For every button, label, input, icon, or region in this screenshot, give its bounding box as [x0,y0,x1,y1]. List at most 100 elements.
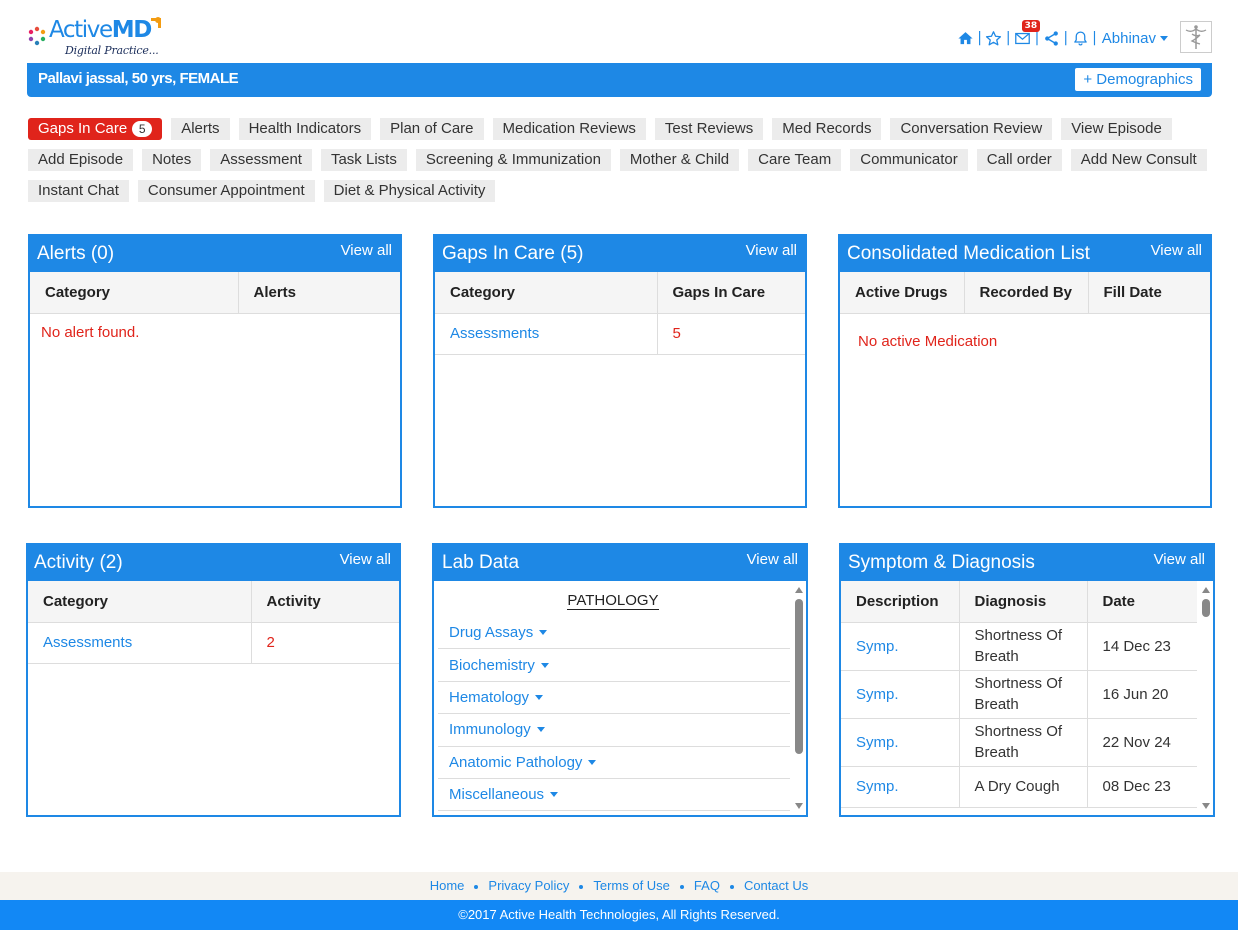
medication-panel: Consolidated Medication List View all Ac… [838,234,1212,508]
footer-link-terms-of-use[interactable]: Terms of Use [593,878,670,893]
tab-screening-immunization[interactable]: Screening & Immunization [415,149,611,171]
tab-label: Conversation Review [900,120,1043,137]
table-row[interactable]: Symp. Shortness Of Breath 14 Dec 23 [841,622,1197,671]
tab-label: Consumer Appointment [147,182,305,199]
scroll-up-icon[interactable] [1202,587,1210,593]
view-all-link[interactable]: View all [1154,551,1205,568]
tab-label: Health Indicators [248,120,362,137]
mail-icon[interactable]: 38 [1014,20,1041,47]
column-header[interactable]: Activity [251,581,399,623]
lab-category-item[interactable]: Hematology [438,682,790,715]
symptom-description-link[interactable]: Symp. [841,670,960,719]
tab-task-lists[interactable]: Task Lists [320,149,407,171]
scroll-down-icon[interactable] [795,803,803,809]
lab-category-item[interactable]: Biochemistry [438,649,790,682]
avatar[interactable] [1180,21,1212,53]
lab-data-panel: Lab Data View all PATHOLOGY Drug Assays B… [432,543,808,817]
tab-alerts[interactable]: Alerts [171,118,230,140]
lab-category-item[interactable]: Miscellaneous [438,779,790,812]
table-row[interactable]: Symp. A Dry Cough 08 Dec 23 [841,766,1197,808]
panel-title: Alerts (0) [37,243,115,264]
category-link[interactable]: Assessments [28,622,252,664]
panel-title: Consolidated Medication List [847,243,1090,264]
view-all-link[interactable]: View all [340,551,391,568]
tab-add-episode[interactable]: Add Episode [28,149,134,171]
tab-diet-physical-activity[interactable]: Diet & Physical Activity [323,180,496,202]
date-cell: 16 Jun 20 [1087,670,1197,719]
view-all-link[interactable]: View all [746,242,797,259]
scroll-thumb[interactable] [795,599,803,754]
panel-title: Activity (2) [34,552,123,573]
tab-test-reviews[interactable]: Test Reviews [654,118,764,140]
symptom-description-link[interactable]: Symp. [841,718,960,767]
activemd-logo[interactable]: ActiveMD Digital Practice... [27,17,167,60]
scroll-up-icon[interactable] [795,587,803,593]
footer-link-contact-us[interactable]: Contact Us [744,878,808,893]
footer-link-home[interactable]: Home [430,878,465,893]
view-all-link[interactable]: View all [747,551,798,568]
symptom-description-link[interactable]: Symp. [841,766,960,808]
column-header[interactable]: Recorded By [964,272,1089,314]
tab-label: Care Team [758,151,832,168]
footer-link-faq[interactable]: FAQ [694,878,720,893]
view-all-link[interactable]: View all [341,242,392,259]
star-icon[interactable] [985,29,1003,47]
share-icon[interactable] [1042,29,1060,47]
scroll-down-icon[interactable] [1202,803,1210,809]
table-row[interactable]: Assessments 2 [28,622,399,664]
tab-health-indicators[interactable]: Health Indicators [238,118,372,140]
symptom-description-link[interactable]: Symp. [841,622,960,671]
tab-add-new-consult[interactable]: Add New Consult [1070,149,1207,171]
footer-dot-separator [679,884,684,889]
lab-category-item[interactable]: Drug Assays [438,617,790,650]
column-header[interactable]: Date [1087,581,1197,623]
scroll-thumb[interactable] [1202,599,1210,617]
tab-conversation-review[interactable]: Conversation Review [890,118,1053,140]
tab-call-order[interactable]: Call order [976,149,1062,171]
tab-consumer-appointment[interactable]: Consumer Appointment [137,180,315,202]
column-header[interactable]: Diagnosis [959,581,1088,623]
patient-bar: Pallavi jassal, 50 yrs, FEMALE + Demogra… [27,63,1212,97]
column-header[interactable]: Alerts [238,272,400,314]
tab-notes[interactable]: Notes [142,149,202,171]
column-header[interactable]: Gaps In Care [657,272,805,314]
lab-category-item[interactable]: Immunology [438,714,790,747]
tab-medication-reviews[interactable]: Medication Reviews [492,118,646,140]
tab-mother-child[interactable]: Mother & Child [619,149,740,171]
tab-communicator[interactable]: Communicator [850,149,968,171]
logo-tagline: Digital Practice... [65,44,159,57]
symptom-scrollbar[interactable] [1199,581,1213,815]
tab-med-records[interactable]: Med Records [772,118,882,140]
category-link[interactable]: Assessments [435,313,658,355]
tab-label: Assessment [220,151,302,168]
user-menu[interactable]: Abhinav [1102,30,1168,47]
tab-assessment[interactable]: Assessment [210,149,312,171]
tab-instant-chat[interactable]: Instant Chat [28,180,129,202]
column-header[interactable]: Active Drugs [840,272,965,314]
column-header[interactable]: Description [841,581,960,623]
lab-scrollbar[interactable] [792,581,806,815]
caduceus-icon [1185,25,1207,49]
symptom-diagnosis-panel: Symptom & Diagnosis View all Description… [839,543,1215,817]
date-cell: 14 Dec 23 [1087,622,1197,671]
table-row[interactable]: Symp. Shortness Of Breath 16 Jun 20 [841,670,1197,719]
demographics-button[interactable]: + Demographics [1075,68,1201,91]
home-icon[interactable] [956,29,974,47]
table-row[interactable]: Assessments 5 [435,313,805,355]
tab-view-episode[interactable]: View Episode [1061,118,1172,140]
view-all-link[interactable]: View all [1151,242,1202,259]
column-header[interactable]: Category [28,581,252,623]
table-row[interactable]: Symp. Shortness Of Breath 22 Nov 24 [841,718,1197,767]
tab-care-team[interactable]: Care Team [748,149,842,171]
bell-icon[interactable] [1071,29,1089,47]
tab-plan-of-care[interactable]: Plan of Care [380,118,484,140]
panel-title: Lab Data [442,552,520,573]
lab-category-item[interactable]: Anatomic Pathology [438,747,790,779]
tab-gaps-in-care[interactable]: Gaps In Care 5 [28,118,163,140]
footer-link-privacy-policy[interactable]: Privacy Policy [488,878,569,893]
alerts-panel: Alerts (0) View all Category Alerts No a… [28,234,402,508]
column-header[interactable]: Fill Date [1088,272,1210,314]
column-header[interactable]: Category [30,272,239,314]
column-header[interactable]: Category [435,272,658,314]
alerts-table: Category Alerts [30,272,400,314]
